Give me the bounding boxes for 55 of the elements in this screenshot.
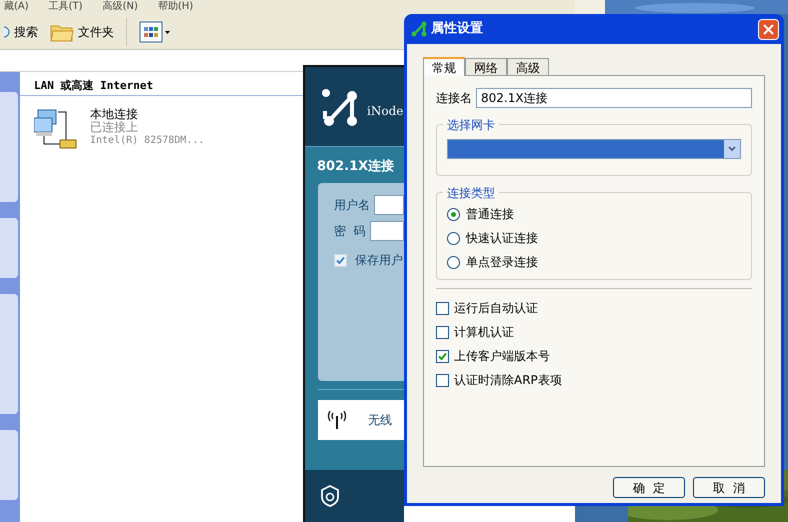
checkbox[interactable]	[436, 374, 449, 386]
group-header: LAN 或高速 Internet	[34, 79, 154, 92]
views-button[interactable]	[139, 20, 171, 42]
tab[interactable]: 网络	[465, 58, 507, 75]
logo-icon	[321, 86, 359, 126]
wireless-label: 无线	[368, 412, 392, 429]
radio-option[interactable]: 快速认证连接	[447, 229, 538, 247]
shield-icon	[321, 485, 339, 507]
connection-title: 802.1X连接	[316, 158, 396, 176]
connection-item[interactable]: 本地连接 已连接上 Intel(R) 82578DM...	[20, 96, 300, 152]
window-title: 属性设置	[431, 20, 484, 38]
connection-name-label: 连接名	[436, 90, 472, 107]
checkbox-option[interactable]: 上传客户端版本号	[436, 347, 550, 365]
password-field[interactable]	[370, 221, 404, 241]
checkbox-option[interactable]: 运行后自动认证	[436, 299, 538, 317]
save-user-label: 保存用户	[355, 252, 403, 269]
connection-device: Intel(R) 82578DM...	[90, 134, 204, 146]
username-field[interactable]	[374, 195, 404, 215]
checkbox[interactable]	[436, 326, 449, 338]
views-icon	[139, 20, 171, 42]
chevron-down-icon	[728, 146, 736, 152]
cancel-button[interactable]: 取 消	[693, 477, 765, 498]
search-button[interactable]: 搜索	[4, 22, 38, 40]
checkbox-option[interactable]: 认证时清除ARP表项	[436, 371, 562, 389]
wireless-card[interactable]: 无线	[318, 400, 404, 440]
app-name: iNode	[367, 102, 404, 120]
nic-dropdown[interactable]	[447, 139, 741, 159]
connection-name: 本地连接	[90, 108, 139, 120]
connection-name-field[interactable]: 802.1X连接	[476, 88, 752, 108]
radio-button[interactable]	[447, 256, 460, 268]
search-icon	[4, 24, 10, 38]
menu-item[interactable]: 工具(T)	[48, 2, 83, 12]
ok-button[interactable]: 确 定	[613, 477, 685, 498]
username-label: 用户名	[334, 197, 370, 214]
menu-item[interactable]: 藏(A)	[4, 2, 29, 12]
logo-icon	[411, 21, 427, 37]
password-label: 密 码	[334, 223, 366, 240]
connection-status: 已连接上	[90, 120, 139, 134]
radio-option[interactable]: 普通连接	[447, 205, 514, 223]
radio-button[interactable]	[447, 232, 460, 244]
folders-button[interactable]: 文件夹	[50, 20, 114, 42]
menu-item[interactable]: 帮助(H)	[158, 2, 194, 12]
close-button[interactable]	[758, 18, 779, 40]
group-label: 连接类型	[443, 184, 499, 202]
tab[interactable]: 高级	[507, 58, 549, 75]
antenna-icon	[326, 411, 348, 429]
radio-button[interactable]	[447, 208, 460, 220]
group-label: 选择网卡	[443, 116, 499, 134]
radio-option[interactable]: 单点登录连接	[447, 253, 538, 271]
checkbox-option[interactable]: 计算机认证	[436, 323, 514, 341]
checkbox[interactable]	[436, 350, 449, 362]
close-icon	[763, 24, 774, 34]
menu-item[interactable]: 高级(N)	[102, 2, 138, 12]
tab[interactable]: 常规	[423, 57, 465, 76]
checkbox[interactable]	[436, 302, 449, 314]
